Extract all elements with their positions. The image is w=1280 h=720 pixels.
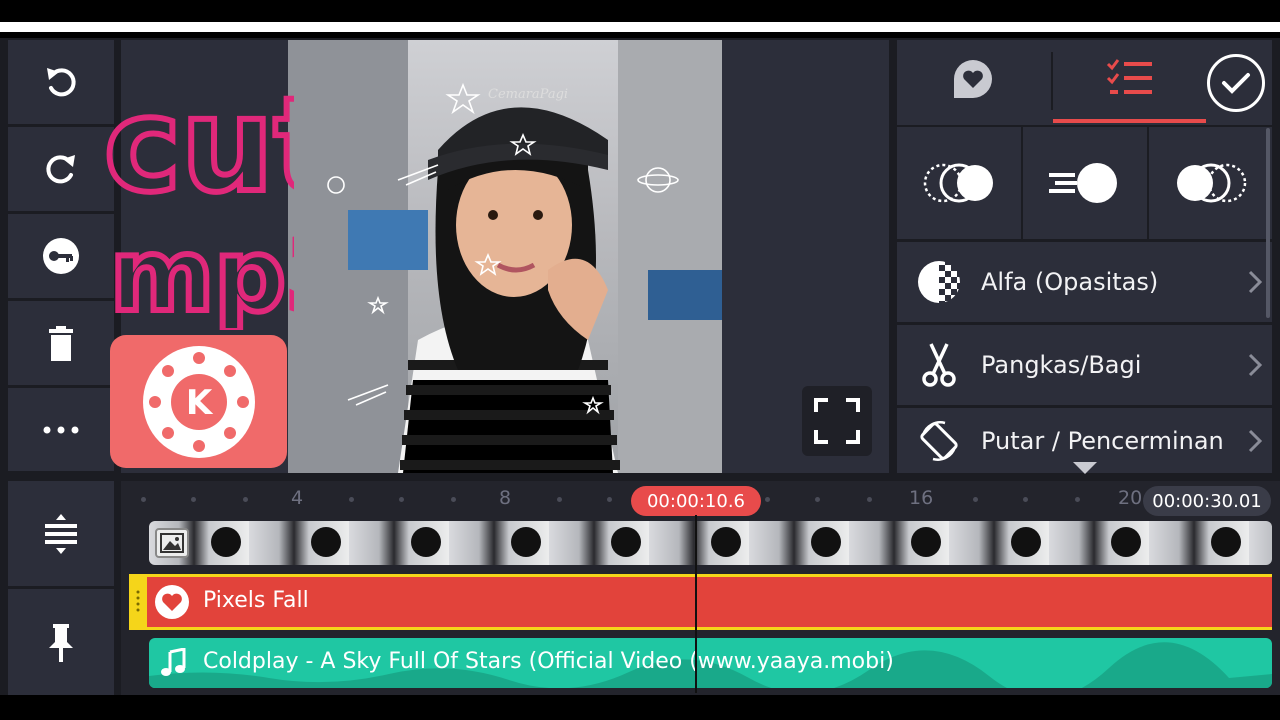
undo-icon: [47, 68, 76, 97]
undo-button[interactable]: [8, 40, 114, 126]
scissors-icon: [897, 342, 981, 388]
check-icon: [1222, 73, 1250, 94]
ruler-tick: [765, 497, 770, 502]
ruler-label: 16: [909, 487, 934, 509]
chevron-right-icon: [1238, 352, 1272, 378]
ruler-tick: [867, 497, 872, 502]
fullscreen-icon: [814, 398, 860, 444]
option-rotate-label: Putar / Pencerminan: [981, 426, 1224, 455]
delete-button[interactable]: [8, 301, 114, 387]
fade-out-icon: [1176, 163, 1246, 203]
key-icon: [43, 238, 79, 274]
ruler-tick: [191, 497, 196, 502]
cut-title: cut: [104, 69, 294, 221]
sticker-track-handle[interactable]: [129, 574, 147, 630]
ruler-tick: [243, 497, 248, 502]
top-letterbox: [0, 0, 1280, 22]
track-height-button[interactable]: [8, 481, 114, 588]
transition-fade-out[interactable]: [1149, 127, 1272, 239]
ruler-tick: [607, 497, 612, 502]
pin-icon: [49, 624, 73, 662]
track-height-icon: [45, 513, 77, 554]
image-clip-icon: [155, 528, 189, 558]
kinemaster-logo: K: [110, 335, 287, 468]
panel-scrollbar[interactable]: [1266, 128, 1270, 318]
option-alpha[interactable]: Alfa (Opasitas): [897, 242, 1272, 322]
option-trim-split[interactable]: Pangkas/Bagi: [897, 325, 1272, 405]
logo-letter: K: [185, 383, 213, 423]
video-track[interactable]: [149, 521, 1272, 565]
playhead[interactable]: [695, 515, 697, 693]
redo-icon: [46, 155, 75, 184]
ruler-tick: [1023, 497, 1028, 502]
ruler-tick: [451, 497, 456, 502]
list-tab[interactable]: [1106, 58, 1154, 98]
preview-photo: CemaraPagi: [288, 40, 722, 473]
ruler-tick: [141, 497, 146, 502]
mp3-title: mp3: [110, 217, 294, 330]
sticker-icon: [954, 60, 992, 98]
ruler-tick: [557, 497, 562, 502]
motion-icon: [1049, 163, 1117, 203]
trash-icon: [49, 326, 73, 361]
fullscreen-button[interactable]: [802, 386, 872, 456]
tab-selected-indicator: [1053, 119, 1206, 123]
transition-motion[interactable]: [1023, 127, 1147, 239]
top-gap: [0, 32, 1280, 38]
girl-photo: CemaraPagi: [288, 40, 722, 473]
more-button[interactable]: [8, 388, 114, 473]
current-time-badge: 00:00:10.6: [631, 486, 761, 516]
sticker-track-label: Pixels Fall: [203, 588, 309, 613]
chevron-right-icon: [1238, 428, 1272, 454]
cap-text: CemaraPagi: [488, 87, 568, 102]
list-icon: [1106, 59, 1152, 94]
bottom-letterbox: [0, 695, 1280, 720]
ruler-tick: [349, 497, 354, 502]
transition-fade-in[interactable]: [897, 127, 1021, 239]
confirm-button[interactable]: [1207, 54, 1265, 112]
ruler-tick: [815, 497, 820, 502]
audio-track-label: Coldplay - A Sky Full Of Stars (Official…: [203, 649, 894, 674]
ruler-label: 4: [291, 487, 304, 509]
option-trim-label: Pangkas/Bagi: [981, 351, 1142, 379]
music-note-icon: [161, 648, 186, 676]
kinemaster-logo-icon: K: [142, 345, 255, 458]
ruler-tick: [973, 497, 978, 502]
top-divider: [0, 22, 1280, 32]
pin-button[interactable]: [8, 589, 114, 695]
more-icon: [43, 426, 79, 433]
scroll-down-indicator-icon: [1073, 462, 1097, 474]
total-time-badge: 00:00:30.01: [1143, 486, 1271, 516]
tab-divider: [1051, 52, 1053, 110]
alpha-icon: [897, 259, 981, 305]
option-alpha-label: Alfa (Opasitas): [981, 268, 1159, 296]
fade-in-icon: [923, 163, 993, 203]
sticker-tab[interactable]: [950, 56, 996, 102]
keyframe-button[interactable]: [8, 214, 114, 300]
ruler-tick: [1075, 497, 1080, 502]
cut-mp3-title: cut mp3: [104, 66, 294, 330]
ruler-tick: [399, 497, 404, 502]
rotate-icon: [897, 417, 981, 465]
ruler-label: 20: [1118, 487, 1143, 509]
sticker-clip-icon: [155, 585, 189, 619]
ruler-label: 8: [499, 487, 512, 509]
redo-button[interactable]: [8, 127, 114, 213]
